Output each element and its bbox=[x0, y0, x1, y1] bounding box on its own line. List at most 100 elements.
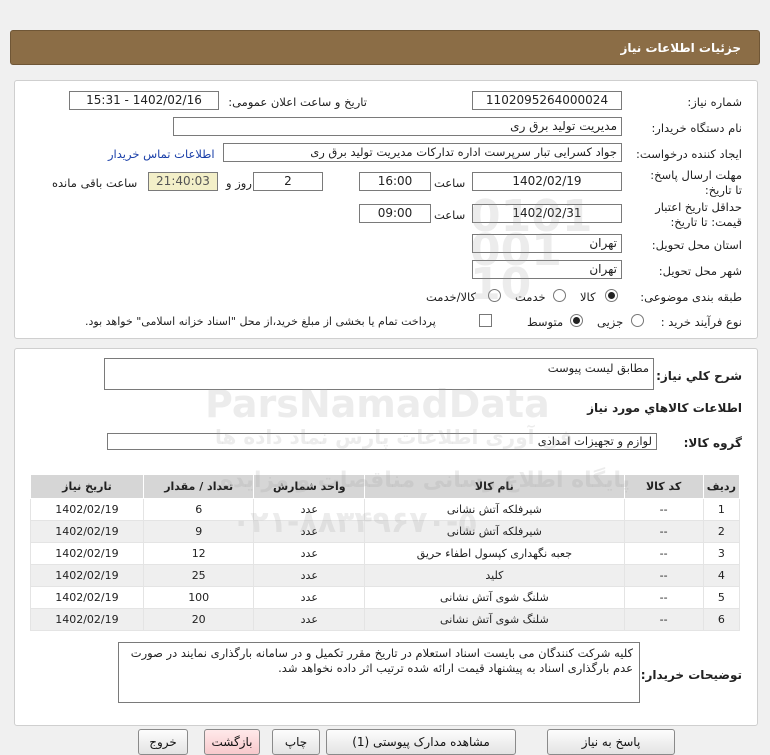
cell-code: -- bbox=[623, 608, 704, 631]
col-header-date: تاریخ نیاز bbox=[30, 474, 144, 499]
process-radio-medium[interactable] bbox=[570, 314, 583, 327]
delivery-province-label: استان محل تحویل: bbox=[651, 238, 742, 252]
cell-date: 1402/02/19 bbox=[30, 608, 144, 631]
back-button[interactable]: بازگشت bbox=[204, 729, 260, 755]
cell-date: 1402/02/19 bbox=[30, 498, 144, 521]
category-radio-goods-service[interactable] bbox=[488, 289, 501, 302]
cell-code: -- bbox=[623, 564, 704, 587]
cell-unit: عدد bbox=[253, 608, 366, 631]
buyer-notes-field: کلیه شرکت کنندگان می بایست اسناد استعلام… bbox=[118, 642, 640, 703]
category-option-goods: کالا bbox=[580, 290, 596, 304]
cell-row: 4 bbox=[702, 564, 741, 587]
category-radio-goods[interactable] bbox=[605, 289, 618, 302]
cell-code: -- bbox=[623, 542, 704, 565]
category-label: طبقه بندی موضوعی: bbox=[640, 290, 742, 304]
cell-name: کلید bbox=[364, 564, 625, 587]
table-row: 1 -- شیرفلکه آتش نشانی عدد 6 1402/02/19 bbox=[30, 498, 741, 521]
announce-datetime-label: تاریخ و ساعت اعلان عمومی: bbox=[228, 95, 367, 109]
cell-name: شیرفلکه آتش نشانی bbox=[364, 520, 625, 543]
reply-deadline-time-label: ساعت bbox=[434, 176, 466, 190]
page-title-bar: جزئیات اطلاعات نیاز bbox=[10, 30, 760, 65]
treasury-note: پرداخت تمام یا بخشی از مبلغ خرید،از محل … bbox=[85, 315, 436, 328]
days-label: روز و bbox=[226, 176, 252, 190]
cell-date: 1402/02/19 bbox=[30, 586, 144, 609]
announce-datetime-field: 1402/02/16 - 15:31 bbox=[69, 91, 219, 110]
cell-row: 6 bbox=[702, 608, 741, 631]
cell-code: -- bbox=[623, 520, 704, 543]
goods-info-title: اطلاعات کالاهاي مورد نياز bbox=[587, 401, 742, 415]
reply-deadline-label: مهلت ارسال پاسخ: تا تاریخ: bbox=[650, 168, 742, 197]
goods-table-header: ردیف کد کالا نام کالا واحد شمارش تعداد /… bbox=[30, 474, 741, 499]
cell-date: 1402/02/19 bbox=[30, 564, 144, 587]
requester-field: جواد کسرایی تبار سرپرست اداره تدارکات مد… bbox=[223, 143, 622, 162]
cell-name: جعبه نگهداری کپسول اطفاء حریق bbox=[364, 542, 625, 565]
process-option-minor: جزیی bbox=[597, 315, 624, 329]
cell-qty: 12 bbox=[142, 542, 255, 565]
need-number-label: شماره نیاز: bbox=[687, 95, 742, 109]
table-row: 4 -- کلید عدد 25 1402/02/19 bbox=[30, 564, 741, 587]
price-validity-time: 09:00 bbox=[359, 204, 431, 223]
table-row: 2 -- شیرفلکه آتش نشانی عدد 9 1402/02/19 bbox=[30, 520, 741, 543]
treasury-checkbox[interactable] bbox=[479, 314, 492, 327]
cell-row: 3 bbox=[702, 542, 741, 565]
cell-qty: 100 bbox=[142, 586, 255, 609]
goods-table: ردیف کد کالا نام کالا واحد شمارش تعداد /… bbox=[30, 474, 741, 631]
table-row: 3 -- جعبه نگهداری کپسول اطفاء حریق عدد 1… bbox=[30, 542, 741, 565]
exit-button[interactable]: خروج bbox=[138, 729, 188, 755]
reply-deadline-date: 1402/02/19 bbox=[472, 172, 622, 191]
col-header-qty: تعداد / مقدار bbox=[142, 474, 255, 499]
purchase-process-label: نوع فرآیند خرید : bbox=[660, 315, 742, 329]
delivery-city-label: شهر محل تحویل: bbox=[658, 264, 742, 278]
reply-to-need-button[interactable]: پاسخ به نیاز bbox=[547, 729, 675, 755]
process-radio-minor[interactable] bbox=[631, 314, 644, 327]
price-validity-label: حداقل تاریخ اعتبار قیمت: تا تاریخ: bbox=[655, 200, 742, 229]
reply-deadline-days: 2 bbox=[253, 172, 323, 191]
process-option-medium: متوسط bbox=[527, 315, 564, 329]
buyer-contact-link[interactable]: اطلاعات تماس خریدار bbox=[108, 147, 215, 161]
print-button[interactable]: چاپ bbox=[272, 729, 320, 755]
buyer-org-label: نام دستگاه خریدار: bbox=[651, 121, 742, 135]
description-label: شرح کلي نياز: bbox=[656, 369, 742, 383]
cell-name: شیرفلکه آتش نشانی bbox=[364, 498, 625, 521]
cell-qty: 20 bbox=[142, 608, 255, 631]
cell-unit: عدد bbox=[253, 564, 366, 587]
cell-unit: عدد bbox=[253, 498, 366, 521]
cell-qty: 6 bbox=[142, 498, 255, 521]
goods-group-field: لوازم و تجهیزات امدادی bbox=[107, 433, 657, 450]
remaining-time-field: 21:40:03 bbox=[148, 172, 218, 191]
cell-qty: 9 bbox=[142, 520, 255, 543]
cell-row: 1 bbox=[702, 498, 741, 521]
cell-row: 2 bbox=[702, 520, 741, 543]
price-validity-date: 1402/02/31 bbox=[472, 204, 622, 223]
reply-deadline-time: 16:00 bbox=[359, 172, 431, 191]
need-number-field: 1102095264000024 bbox=[472, 91, 622, 110]
cell-date: 1402/02/19 bbox=[30, 542, 144, 565]
col-header-code: کد کالا bbox=[623, 474, 704, 499]
col-header-unit: واحد شمارش bbox=[253, 474, 366, 499]
table-row: 6 -- شلنگ شوی آتش نشانی عدد 20 1402/02/1… bbox=[30, 608, 741, 631]
view-attachments-button[interactable]: مشاهده مدارک پیوستی (1) bbox=[326, 729, 516, 755]
description-field: مطابق لیست پیوست bbox=[104, 358, 654, 390]
table-row: 5 -- شلنگ شوی آتش نشانی عدد 100 1402/02/… bbox=[30, 586, 741, 609]
delivery-city-field: تهران bbox=[472, 260, 622, 279]
buyer-notes-label: توضیحات خریدار: bbox=[640, 668, 742, 682]
category-option-goods-service: کالا/خدمت bbox=[426, 290, 477, 304]
delivery-province-field: تهران bbox=[472, 234, 622, 253]
remaining-time-label: ساعت باقی مانده bbox=[52, 176, 138, 190]
col-header-row: ردیف bbox=[702, 474, 741, 499]
category-option-service: خدمت bbox=[515, 290, 546, 304]
page-title: جزئیات اطلاعات نیاز bbox=[620, 40, 741, 55]
cell-row: 5 bbox=[702, 586, 741, 609]
cell-qty: 25 bbox=[142, 564, 255, 587]
cell-date: 1402/02/19 bbox=[30, 520, 144, 543]
price-validity-time-label: ساعت bbox=[434, 208, 466, 222]
category-radio-service[interactable] bbox=[553, 289, 566, 302]
buyer-org-field: مدیریت تولید برق ری bbox=[173, 117, 622, 136]
col-header-name: نام کالا bbox=[364, 474, 625, 499]
cell-unit: عدد bbox=[253, 586, 366, 609]
cell-unit: عدد bbox=[253, 520, 366, 543]
cell-name: شلنگ شوی آتش نشانی bbox=[364, 608, 625, 631]
goods-group-label: گروه کالا: bbox=[683, 436, 742, 450]
cell-code: -- bbox=[623, 498, 704, 521]
cell-unit: عدد bbox=[253, 542, 366, 565]
